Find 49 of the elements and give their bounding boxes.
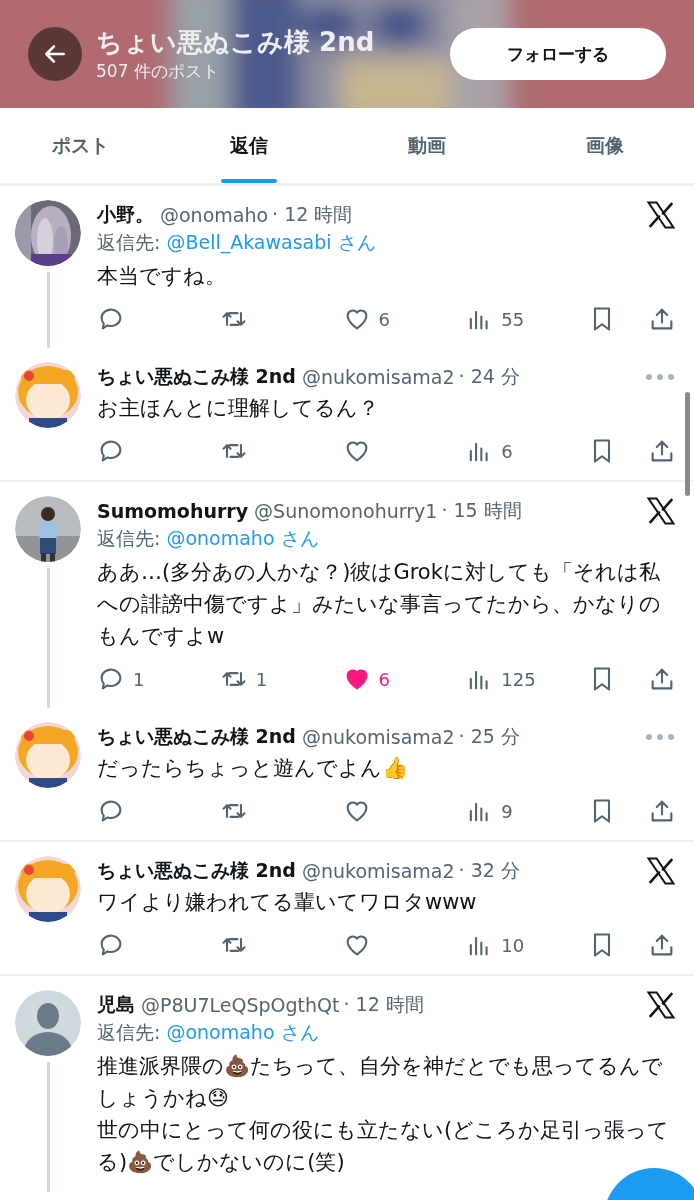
view-count: 55 <box>501 308 525 330</box>
user-handle[interactable]: @nukomisama2 <box>301 366 455 388</box>
user-name[interactable]: ちょい悪ぬこみ様 2nd <box>97 364 296 390</box>
profile-name: ちょい悪ぬこみ様 2nd <box>96 26 376 59</box>
post-time: · 25 分 <box>458 724 520 749</box>
follow-button[interactable]: フォローする <box>450 28 666 80</box>
view-count: 125 <box>501 668 536 690</box>
view-count: 6 <box>501 440 513 462</box>
reply-label: 返信先: <box>97 1020 161 1045</box>
post-time: · 12 時間 <box>343 992 424 1017</box>
user-name[interactable]: 小野。 <box>97 202 154 228</box>
post-text: ああ…(多分あの人かな？)彼はGrokに対しても「それは私への誹謗中傷ですよ」みたいな事言ってたから、かなりのもんですよw <box>97 559 662 650</box>
reply-label: 返信先: <box>97 230 161 255</box>
post-time: · 32 分 <box>458 858 520 883</box>
user-handle[interactable]: @onomaho <box>160 204 269 226</box>
post-time: · 24 分 <box>458 364 520 389</box>
tab[interactable]: 返信 <box>160 108 339 183</box>
post-text: お主ほんとに理解してるん？ <box>97 395 380 422</box>
post-row[interactable]: Sumomohurry @Sunomonohurry1 · 15 時間 返信先: @onomaho さん ああ…(多分あの人かな？)彼はGrokに対しても「それは私への誹謗中傷ですよ」みたいな事言ってたから、かなりのもんですよw 1 1 6 125 <box>0 482 694 708</box>
repost-count: 1 <box>255 668 268 690</box>
post-count: 507 件のポスト <box>96 60 220 83</box>
user-handle[interactable]: @nukomisama2 <box>301 860 455 882</box>
tab[interactable]: ポスト <box>0 108 161 183</box>
user-handle[interactable]: @nukomisama2 <box>301 726 455 748</box>
post-row[interactable]: ちょい悪ぬこみ様 2nd @nukomisama2 · 25 分 だったらちょっと遊んでよん👍 9 <box>0 708 694 842</box>
view-count: 10 <box>501 934 525 956</box>
tab[interactable]: 画像 <box>516 108 694 183</box>
post-row[interactable]: ちょい悪ぬこみ様 2nd @nukomisama2 · 24 分 お主ほんとに理解してるん？ 6 <box>0 348 694 482</box>
user-name[interactable]: Sumomohurry <box>97 500 249 522</box>
user-name[interactable]: ちょい悪ぬこみ様 2nd <box>97 724 296 750</box>
post-text: 推進派界隈の💩たちって、自分を神だとでも思ってるんでしょうかね😓 <box>97 1053 664 1112</box>
view-count: 9 <box>501 800 513 822</box>
reply-count: 1 <box>133 668 145 690</box>
user-handle[interactable]: @P8U7LeQSpOgthQt <box>141 994 340 1016</box>
post-text: 本当ですね。 <box>97 263 227 290</box>
post-row[interactable]: ちょい悪ぬこみ様 2nd @nukomisama2 · 32 分 ワイより嫌われてる輩いてワロタwww 10 <box>0 842 694 976</box>
post-time: · 12 時間 <box>272 202 353 227</box>
post-text: だったらちょっと遊んでよん👍 <box>97 755 409 782</box>
like-count: 6 <box>378 668 390 690</box>
post-text: ワイより嫌われてる輩いてワロタwww <box>97 889 478 916</box>
post-text: 世の中にとって何の役にも立たない(どころか足引っ張ってる)💩でしかないのに(笑) <box>97 1117 671 1176</box>
reply-label: 返信先: <box>97 526 161 551</box>
post-row[interactable]: 小野。 @onomaho · 12 時間 返信先: @Bell_Akawasabi さん 本当ですね。 6 55 <box>0 186 694 348</box>
post-time: · 15 時間 <box>441 498 522 523</box>
user-name[interactable]: 児島 <box>97 992 135 1018</box>
user-name[interactable]: ちょい悪ぬこみ様 2nd <box>97 858 296 884</box>
user-handle[interactable]: @Sunomonohurry1 <box>254 500 438 522</box>
tab[interactable]: 動画 <box>338 108 517 183</box>
like-count: 6 <box>378 308 390 330</box>
